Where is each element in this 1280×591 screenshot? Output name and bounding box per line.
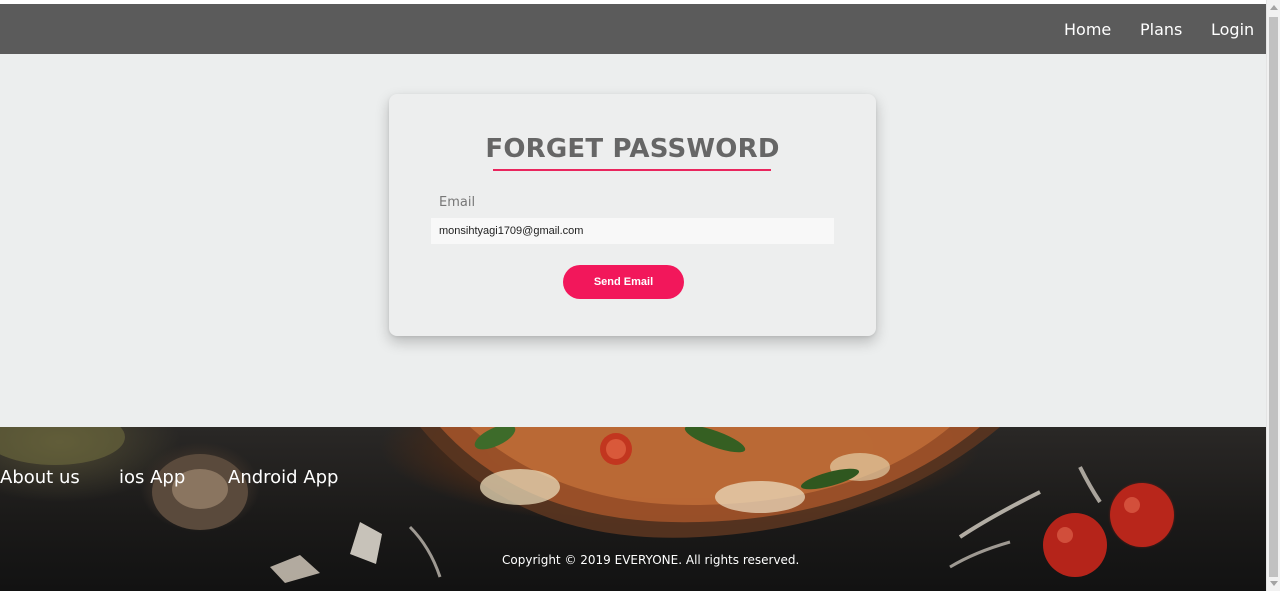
page-title: FORGET PASSWORD [485, 134, 780, 164]
nav-login-link[interactable]: Login [1211, 20, 1254, 39]
footer: About us ios App Android App Copyright ©… [0, 427, 1266, 591]
scroll-down-arrow-icon[interactable] [1270, 581, 1278, 586]
scroll-thumb[interactable] [1269, 17, 1278, 577]
scroll-up-arrow-icon[interactable] [1270, 5, 1278, 10]
title-underline [493, 169, 771, 171]
footer-about-link[interactable]: About us [0, 467, 80, 488]
footer-android-app-link[interactable]: Android App [228, 467, 338, 488]
forget-password-card: FORGET PASSWORD Email Send Email [389, 94, 876, 336]
vertical-scrollbar[interactable] [1266, 0, 1280, 591]
copyright-text: Copyright © 2019 EVERYONE. All rights re… [502, 553, 800, 567]
send-email-button[interactable]: Send Email [563, 265, 684, 299]
nav-plans-link[interactable]: Plans [1140, 20, 1182, 39]
main-content: FORGET PASSWORD Email Send Email [0, 54, 1266, 427]
email-field[interactable] [431, 218, 834, 244]
navbar: Home Plans Login [0, 4, 1266, 54]
email-label: Email [439, 195, 476, 210]
footer-ios-app-link[interactable]: ios App [119, 467, 185, 488]
nav-home-link[interactable]: Home [1064, 20, 1111, 39]
